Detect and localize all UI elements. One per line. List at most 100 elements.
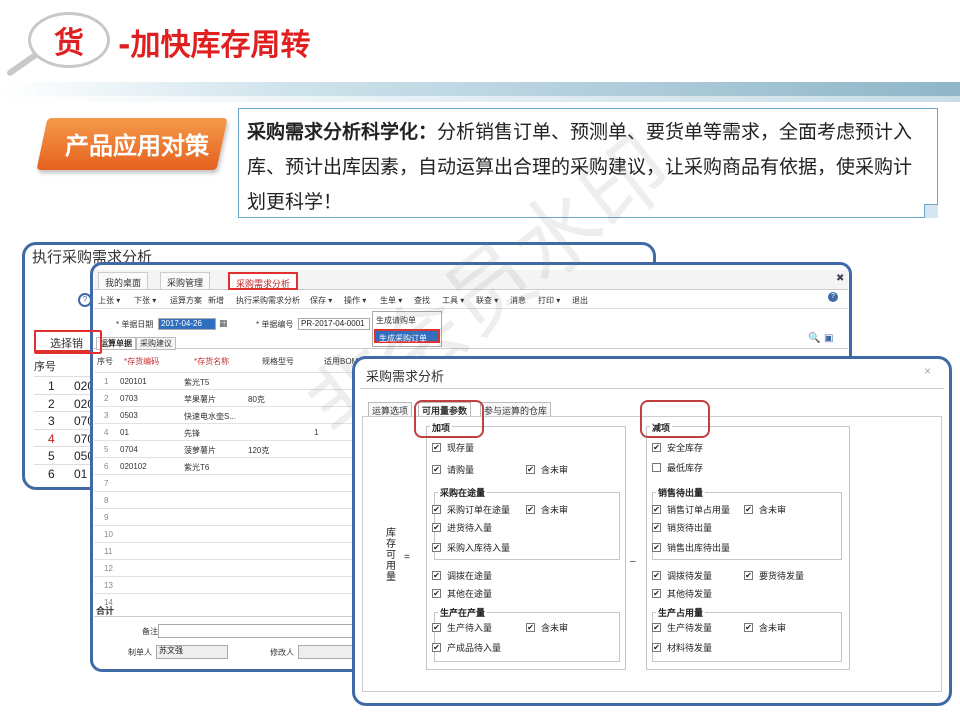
checkbox-checked-icon[interactable]: ✔ (744, 571, 753, 580)
checkbox-checked-icon[interactable]: ✔ (652, 571, 661, 580)
checkbox-label: 其他在途量 (447, 589, 493, 599)
cb-other-pending-out[interactable]: ✔ 其他待发量 (652, 587, 712, 600)
checkbox-label: 含未审 (759, 623, 787, 633)
cb-po-in-transit[interactable]: ✔ 采购订单在途量 (432, 503, 510, 516)
checkbox-checked-icon[interactable]: ✔ (432, 643, 441, 652)
back-table-row: 5 050 (34, 446, 94, 463)
checkbox-label: 含未审 (541, 623, 569, 633)
cb-requisition-pending-out[interactable]: ✔ 要货待发量 (744, 569, 804, 582)
checkbox-checked-icon[interactable]: ✔ (744, 623, 753, 632)
close-window-icon[interactable]: ✖ (836, 273, 844, 284)
checkbox-label: 销货待出量 (667, 523, 713, 533)
table-row[interactable]: 14 (94, 593, 356, 610)
checkbox-checked-icon[interactable]: ✔ (744, 505, 753, 514)
table-row[interactable]: 8 (94, 491, 356, 508)
back-table-row: 6 01 (34, 463, 94, 481)
cb-delivery-pending[interactable]: ✔ 销货待出量 (652, 521, 712, 534)
checkbox-checked-icon[interactable]: ✔ (652, 523, 661, 532)
header-band-shadow (0, 96, 960, 102)
checkbox-checked-icon[interactable]: ✔ (526, 505, 535, 514)
toolbar-item-13[interactable]: 退出 (572, 295, 588, 306)
table-row[interactable]: 6 020102 紫光T6 (94, 457, 356, 474)
back-col-header: 序号 (34, 361, 56, 373)
table-row[interactable]: 11 (94, 542, 356, 559)
table-row[interactable]: 10 (94, 525, 356, 542)
checkbox-label: 现存量 (447, 443, 475, 453)
checkbox-label: 生产待发量 (667, 623, 713, 633)
checkbox-checked-icon[interactable]: ✔ (432, 505, 441, 514)
cb-sales-order-reserved[interactable]: ✔ 销售订单占用量 (652, 503, 730, 516)
cb-material-pending-out[interactable]: ✔ 材料待发量 (652, 641, 712, 654)
table-row[interactable]: 5 0704 菠萝薯片 120克 (94, 440, 356, 457)
tab-purchase-advice[interactable]: 采购建议 (136, 337, 176, 350)
table-row[interactable]: 12 (94, 559, 356, 576)
back-table-row: 4 070 (34, 428, 94, 446)
tab-my-desktop[interactable]: 我的桌面 (98, 272, 149, 290)
table-row[interactable]: 13 (94, 576, 356, 593)
tab-calc-docs[interactable]: 运算单据 (96, 337, 136, 350)
cb-min-stock[interactable]: 最低库存 (652, 461, 703, 474)
checkbox-label: 调拨待发量 (667, 571, 713, 581)
checkbox-checked-icon[interactable]: ✔ (526, 465, 535, 474)
tab-purchase-management[interactable]: 采购管理 (160, 272, 211, 290)
cb-requisition-qty[interactable]: ✔ 请购量 (432, 463, 474, 476)
checkbox-checked-icon[interactable]: ✔ (652, 505, 661, 514)
cb-sales-outbound-pending[interactable]: ✔ 销售出库待出量 (652, 541, 730, 554)
checkbox-label: 生产待入量 (447, 623, 493, 633)
checkbox-checked-icon[interactable]: ✔ (432, 571, 441, 580)
toolbar-item-4[interactable]: 执行采购需求分析 (236, 295, 300, 306)
checkbox-unchecked-icon[interactable] (652, 463, 661, 472)
checkbox-checked-icon[interactable]: ✔ (432, 465, 441, 474)
cell-code: 020101 (120, 377, 147, 386)
cb-other-in-transit[interactable]: ✔ 其他在途量 (432, 587, 492, 600)
table-row[interactable]: 4 01 先锋 1 (94, 423, 356, 440)
cb-receipt-pending[interactable]: ✔ 进货待入量 (432, 521, 492, 534)
toolbar-item-5[interactable]: 保存 ▾ (310, 295, 332, 306)
cb-production-pending-out[interactable]: ✔ 生产待发量 (652, 621, 712, 634)
checkbox-checked-icon[interactable]: ✔ (432, 443, 441, 452)
checkbox-checked-icon[interactable]: ✔ (526, 623, 535, 632)
checkbox-checked-icon[interactable]: ✔ (432, 623, 441, 632)
checkbox-checked-icon[interactable]: ✔ (432, 543, 441, 552)
cb-req-include-unapproved[interactable]: ✔ 含未审 (526, 463, 568, 476)
table-row[interactable]: 7 (94, 474, 356, 491)
checkbox-checked-icon[interactable]: ✔ (652, 589, 661, 598)
checkbox-checked-icon[interactable]: ✔ (652, 543, 661, 552)
tab-purchase-demand-analysis[interactable]: 采购需求分析 (228, 272, 299, 290)
cell-no: 7 (104, 479, 109, 488)
date-input[interactable]: 2017-04-26 (158, 318, 216, 330)
cell-no: 12 (104, 564, 113, 573)
checkbox-checked-icon[interactable]: ✔ (652, 443, 661, 452)
remark-input[interactable] (158, 624, 354, 638)
help-icon[interactable]: ? (828, 292, 838, 302)
checkbox-checked-icon[interactable]: ✔ (432, 523, 441, 532)
cell-code: 0503 (120, 411, 138, 420)
dialog-close-icon[interactable]: × (924, 364, 931, 378)
transit-title: 采购在途量 (438, 486, 488, 499)
cell-code: 0703 (120, 394, 138, 403)
cb-transfer-in-transit[interactable]: ✔ 调拨在途量 (432, 569, 492, 582)
checkbox-checked-icon[interactable]: ✔ (652, 643, 661, 652)
info-icon: ? (78, 293, 92, 307)
cb-prod-out-include-unapproved[interactable]: ✔ 含未审 (744, 621, 786, 634)
cb-transfer-pending-out[interactable]: ✔ 调拨待发量 (652, 569, 712, 582)
toolbar-item-1[interactable]: 下张 ▾ (134, 295, 156, 306)
modifier-label: 修改人 (270, 648, 294, 657)
cb-prod-include-unapproved[interactable]: ✔ 含未审 (526, 621, 568, 634)
checkbox-checked-icon[interactable]: ✔ (652, 623, 661, 632)
cb-production-pending-in[interactable]: ✔ 生产待入量 (432, 621, 492, 634)
table-row[interactable]: 9 (94, 508, 356, 525)
toolbar-item-2[interactable]: 运算方案 (170, 295, 202, 306)
toolbar-item-0[interactable]: 上张 ▾ (98, 295, 120, 306)
cb-purchase-inbound-pending[interactable]: ✔ 采购入库待入量 (432, 541, 510, 554)
cb-safety-stock[interactable]: ✔ 安全库存 (652, 441, 703, 454)
calendar-icon[interactable]: ▦ (219, 318, 228, 329)
cb-sales-include-unapproved[interactable]: ✔ 含未审 (744, 503, 786, 516)
cb-current-stock[interactable]: ✔ 现存量 (432, 441, 474, 454)
cb-po-include-unapproved[interactable]: ✔ 含未审 (526, 503, 568, 516)
toolbar-item-3[interactable]: 新增 (208, 295, 224, 306)
cell-no: 1 (104, 377, 109, 386)
cell-no: 2 (104, 394, 109, 403)
cb-finished-goods-pending[interactable]: ✔ 产成品待入量 (432, 641, 501, 654)
checkbox-checked-icon[interactable]: ✔ (432, 589, 441, 598)
